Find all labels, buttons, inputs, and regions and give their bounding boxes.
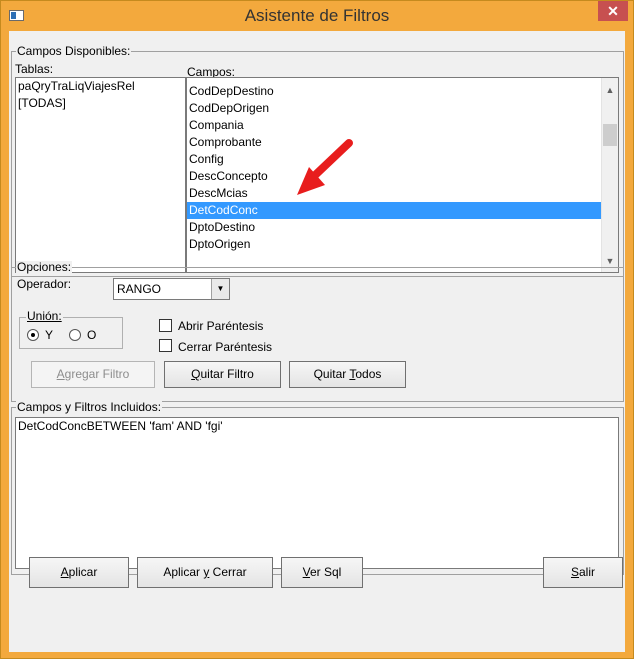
title-bar[interactable]: Asistente de Filtros ✕ bbox=[1, 1, 633, 31]
filtro-text: DetCodConcBETWEEN 'fam' AND 'fgi' bbox=[18, 419, 223, 433]
abrir-parentesis-checkbox[interactable] bbox=[159, 319, 172, 332]
campos-list-item[interactable]: Config bbox=[187, 151, 601, 168]
quitar-filtro-button[interactable]: Quitar Filtro bbox=[164, 361, 281, 388]
aplicar-y-cerrar-button[interactable]: Aplicar y Cerrar bbox=[137, 557, 273, 588]
union-o-radio[interactable] bbox=[69, 329, 81, 341]
scroll-up-icon[interactable]: ▲ bbox=[602, 82, 618, 99]
campos-list-item[interactable]: DptoDestino bbox=[187, 219, 601, 236]
operador-label: Operador: bbox=[17, 277, 72, 291]
campos-scrollbar[interactable]: ▲ ▼ bbox=[601, 78, 618, 272]
window-title: Asistente de Filtros bbox=[244, 6, 390, 25]
campos-listbox[interactable]: CodDepDestino CodDepOrigen Compania Comprob… bbox=[186, 77, 619, 273]
campos-list-item[interactable]: Comprobante bbox=[187, 134, 601, 151]
campos-list-item[interactable]: CodDepOrigen bbox=[187, 100, 601, 117]
red-arrow-icon bbox=[297, 139, 353, 195]
campos-list-item[interactable]: DescMcias bbox=[187, 185, 601, 202]
abrir-parentesis-label: Abrir Paréntesis bbox=[178, 319, 264, 333]
dialog-body: Campos Disponibles: Tablas: Campos: paQr… bbox=[9, 31, 625, 652]
scroll-thumb[interactable] bbox=[603, 124, 617, 146]
union-label: Unión: bbox=[26, 309, 63, 323]
cerrar-parentesis-checkbox[interactable] bbox=[159, 339, 172, 352]
tablas-label: Tablas: bbox=[15, 62, 54, 76]
tablas-listbox[interactable]: paQryTraLiqViajesRel [TODAS] bbox=[15, 77, 186, 273]
campos-list-item[interactable]: DetCodConc bbox=[187, 202, 601, 219]
campos-list-item[interactable]: CodDepDestino bbox=[187, 83, 601, 100]
agregar-filtro-button[interactable]: Agregar Filtro bbox=[31, 361, 155, 388]
aplicar-button[interactable]: Aplicar bbox=[29, 557, 129, 588]
union-y-radio[interactable] bbox=[27, 329, 39, 341]
union-o-label: O bbox=[87, 328, 97, 342]
union-y-label: Y bbox=[45, 328, 54, 342]
ver-sql-button[interactable]: Ver Sql bbox=[281, 557, 363, 588]
chevron-down-icon[interactable]: ▼ bbox=[211, 279, 229, 299]
quitar-todos-button[interactable]: Quitar Todos bbox=[289, 361, 406, 388]
cerrar-parentesis-label: Cerrar Paréntesis bbox=[178, 340, 273, 354]
campos-list-item[interactable]: DptoOrigen bbox=[187, 236, 601, 253]
campos-disponibles-label: Campos Disponibles: bbox=[16, 44, 132, 58]
filtros-incluidos-textarea[interactable]: DetCodConcBETWEEN 'fam' AND 'fgi' bbox=[15, 417, 619, 569]
opciones-label: Opciones: bbox=[16, 260, 73, 274]
operador-select[interactable]: RANGO ▼ bbox=[113, 278, 230, 300]
tablas-list-item[interactable]: paQryTraLiqViajesRel bbox=[16, 78, 185, 95]
operador-value: RANGO bbox=[117, 282, 162, 296]
campos-list-item[interactable]: DescConcepto bbox=[187, 168, 601, 185]
tablas-list-item[interactable]: [TODAS] bbox=[16, 95, 185, 112]
salir-button[interactable]: Salir bbox=[543, 557, 623, 588]
campos-list-item[interactable]: Compania bbox=[187, 117, 601, 134]
dialog-window: Asistente de Filtros ✕ Campos Disponible… bbox=[0, 0, 634, 659]
incluidos-label: Campos y Filtros Incluidos: bbox=[16, 400, 163, 414]
close-button[interactable]: ✕ bbox=[598, 1, 628, 21]
